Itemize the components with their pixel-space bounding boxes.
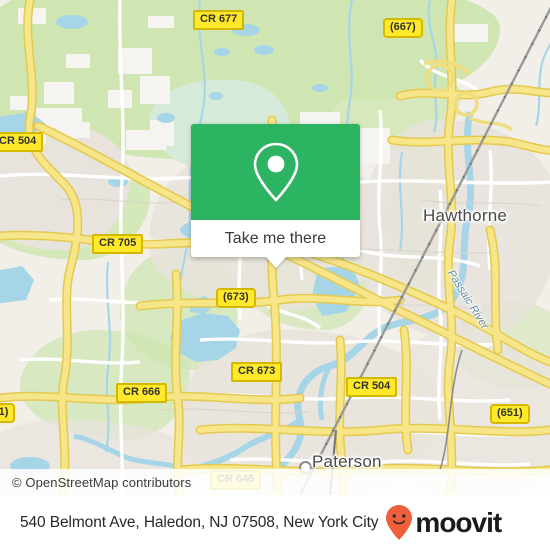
map-pin-icon [253, 142, 298, 202]
footer-bar: 540 Belmont Ave, Haledon, NJ 07508, New … [0, 495, 550, 550]
moovit-logo[interactable]: moovit [384, 504, 502, 542]
attribution-text: © OpenStreetMap contributors [12, 474, 192, 490]
address-text: 540 Belmont Ave, Haledon, NJ 07508, New … [20, 513, 379, 531]
road-shield: CR 666 [116, 383, 168, 403]
road-shield: (651) [490, 404, 530, 424]
popup-tail [264, 256, 287, 268]
moovit-wordmark: moovit [415, 506, 502, 538]
road-shield: (667) [383, 18, 423, 38]
road-shield: (673) [216, 288, 256, 308]
road-shield: (1) [0, 403, 16, 423]
road-shield: CR 504 [346, 377, 398, 397]
moovit-pin-smiley-icon [386, 504, 413, 540]
road-shield: CR 677 [193, 10, 245, 30]
popup-header [191, 124, 360, 220]
road-shield: CR 673 [231, 362, 283, 382]
map-screenshot: Hawthorne Paterson Passaic River CR 677(… [0, 0, 550, 550]
attribution-bar: © OpenStreetMap contributors [0, 469, 550, 495]
road-shield: CR 705 [92, 234, 144, 254]
road-shield: CR 504 [0, 132, 44, 152]
location-popup[interactable]: Take me there [191, 124, 360, 268]
take-me-there-label: Take me there [224, 229, 327, 247]
popup-footer[interactable]: Take me there [191, 220, 360, 268]
